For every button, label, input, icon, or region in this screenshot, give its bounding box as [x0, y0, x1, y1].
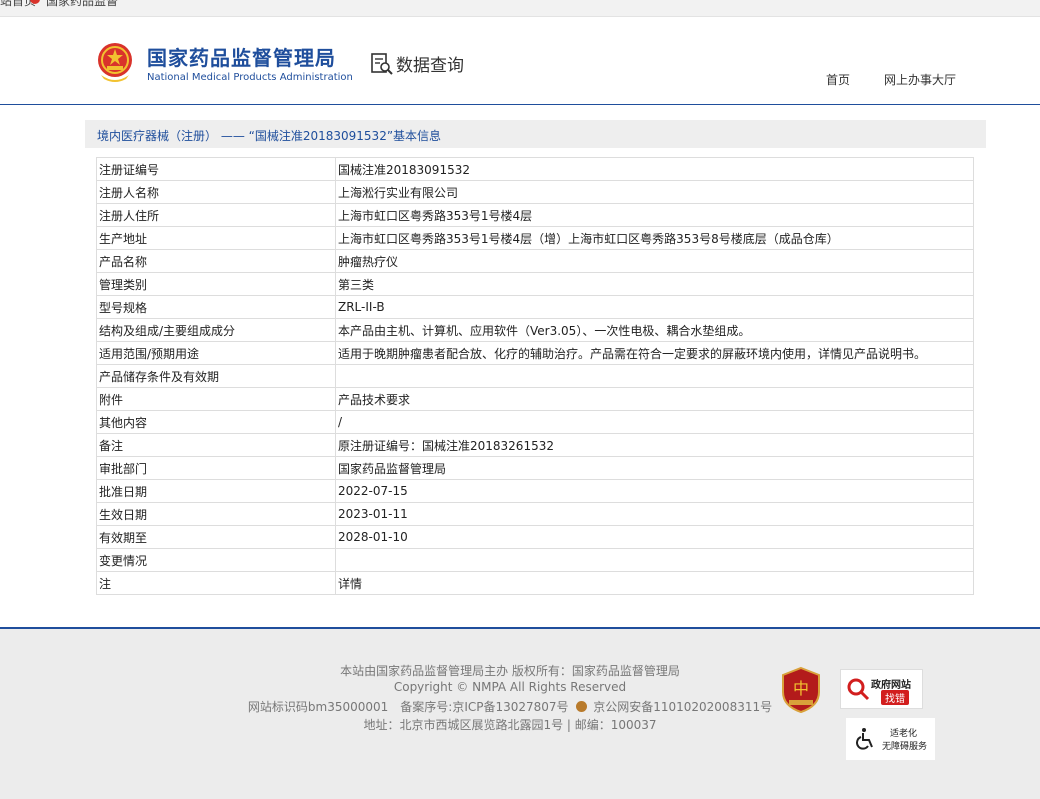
field-label: 附件 [96, 387, 336, 411]
site-header: 国家药品监督管理局 National Medical Products Admi… [0, 16, 1040, 104]
field-label: 适用范围/预期用途 [96, 341, 336, 365]
section-title: 数据查询 [396, 56, 464, 76]
device-info-table: 注册证编号 国械注准20183091532 注册人名称 上海淞行实业有限公司 注册人住所… [96, 157, 974, 595]
field-value: 第三类 [335, 272, 974, 296]
field-value: 2028-01-10 [335, 525, 974, 549]
field-label: 结构及组成/主要组成成分 [96, 318, 336, 342]
table-row: 生效日期 2023-01-11 [96, 502, 974, 526]
field-value: 上海市虹口区粤秀路353号1号楼4层（增）上海市虹口区粤秀路353号8号楼底层（… [335, 226, 974, 250]
party-government-badge-icon[interactable]: 中 [781, 666, 821, 714]
field-label: 产品储存条件及有效期 [96, 364, 336, 388]
field-value: 2022-07-15 [335, 479, 974, 503]
gov-site-label: 政府网站 [871, 680, 911, 691]
field-value: 原注册证编号：国械注准20183261532 [335, 433, 974, 457]
field-value[interactable]: 详情 [335, 571, 974, 595]
magnifier-icon [847, 678, 870, 701]
field-label: 型号规格 [96, 295, 336, 319]
site-footer: 本站由国家药品监督管理局主办 版权所有：国家药品监督管理局 Copyright … [0, 627, 1040, 799]
table-row: 型号规格 ZRL-II-B [96, 295, 974, 319]
table-row: 注册证编号 国械注准20183091532 [96, 157, 974, 181]
field-value: 上海市虹口区粤秀路353号1号楼4层 [335, 203, 974, 227]
field-label: 产品名称 [96, 249, 336, 273]
field-label: 注册人名称 [96, 180, 336, 204]
field-label: 管理类别 [96, 272, 336, 296]
field-value: 上海淞行实业有限公司 [335, 180, 974, 204]
wheelchair-icon [856, 728, 873, 750]
table-row: 生产地址 上海市虹口区粤秀路353号1号楼4层（增）上海市虹口区粤秀路353号8号… [96, 226, 974, 250]
accessibility-label-2: 无障碍服务 [882, 742, 928, 752]
nav-home-link[interactable]: 首页 [826, 71, 850, 88]
field-label: 注 [96, 571, 336, 595]
table-row: 其他内容 / [96, 410, 974, 434]
police-badge-icon [576, 701, 588, 712]
field-label: 生产地址 [96, 226, 336, 250]
field-value: 适用于晚期肿瘤患者配合放、化疗的辅助治疗。产品需在符合一定要求的屏蔽环境内使用，… [335, 341, 974, 365]
breadcrumb-text: 境内医疗器械（注册） —— “国械注准20183091532”基本信息 [97, 129, 442, 143]
field-label: 批准日期 [96, 479, 336, 503]
field-label: 注册人住所 [96, 203, 336, 227]
svg-text:中: 中 [793, 679, 809, 698]
table-row: 产品名称 肿瘤热疗仪 [96, 249, 974, 273]
table-row: 注册人住所 上海市虹口区粤秀路353号1号楼4层 [96, 203, 974, 227]
table-row: 批准日期 2022-07-15 [96, 479, 974, 503]
accessibility-badge[interactable]: 适老化 无障碍服务 [846, 718, 935, 760]
field-value: 国家药品监督管理局 [335, 456, 974, 480]
table-row: 变更情况 [96, 548, 974, 572]
field-value [335, 548, 974, 572]
data-query-icon [371, 53, 393, 75]
header-divider [0, 104, 1040, 105]
field-label: 其他内容 [96, 410, 336, 434]
table-row: 有效期至 2028-01-10 [96, 525, 974, 549]
table-row: 产品储存条件及有效期 [96, 364, 974, 388]
field-label: 有效期至 [96, 525, 336, 549]
logo-chinese-name[interactable]: 国家药品监督管理局 [147, 42, 336, 71]
accessibility-label-1: 适老化 [890, 729, 918, 739]
table-row: 适用范围/预期用途 适用于晚期肿瘤患者配合放、化疗的辅助治疗。产品需在符合一定要求… [96, 341, 974, 365]
footer-icp-text[interactable]: 网站标识码bm35000001 备案序号:京ICP备13027807号 [248, 700, 569, 714]
top-strip-site-link[interactable]: 国家药品监督 [46, 0, 118, 9]
find-error-label: 找错 [881, 690, 909, 705]
table-row: 附件 产品技术要求 [96, 387, 974, 411]
field-value: 国械注准20183091532 [335, 157, 974, 181]
table-row: 注册人名称 上海淞行实业有限公司 [96, 180, 974, 204]
field-label: 生效日期 [96, 502, 336, 526]
table-row: 注详情 [96, 571, 974, 595]
gov-site-report-badge[interactable]: 政府网站 找错 [840, 669, 923, 709]
field-value: ZRL-II-B [335, 295, 974, 319]
top-strip: 站首页 国家药品监督 [0, 0, 1040, 17]
footer-police-record[interactable]: 京公网安备11010202008311号 [593, 700, 772, 714]
field-value: 产品技术要求 [335, 387, 974, 411]
table-row: 备注 原注册证编号：国械注准20183261532 [96, 433, 974, 457]
field-value: 2023-01-11 [335, 502, 974, 526]
field-value: / [335, 410, 974, 434]
field-label: 注册证编号 [96, 157, 336, 181]
breadcrumb: 境内医疗器械（注册） —— “国械注准20183091532”基本信息 [85, 120, 986, 148]
nav-online-service-link[interactable]: 网上办事大厅 [884, 71, 956, 88]
field-value [335, 364, 974, 388]
table-row: 管理类别 第三类 [96, 272, 974, 296]
logo-english-name[interactable]: National Medical Products Administration [147, 72, 353, 83]
field-value: 肿瘤热疗仪 [335, 249, 974, 273]
field-label: 备注 [96, 433, 336, 457]
field-label: 变更情况 [96, 548, 336, 572]
table-row: 结构及组成/主要组成成分 本产品由主机、计算机、应用软件（Ver3.05）、一次性… [96, 318, 974, 342]
field-value: 本产品由主机、计算机、应用软件（Ver3.05）、一次性电极、耦合水垫组成。 [335, 318, 974, 342]
table-row: 审批部门 国家药品监督管理局 [96, 456, 974, 480]
field-label: 审批部门 [96, 456, 336, 480]
national-emblem-icon [98, 43, 132, 82]
